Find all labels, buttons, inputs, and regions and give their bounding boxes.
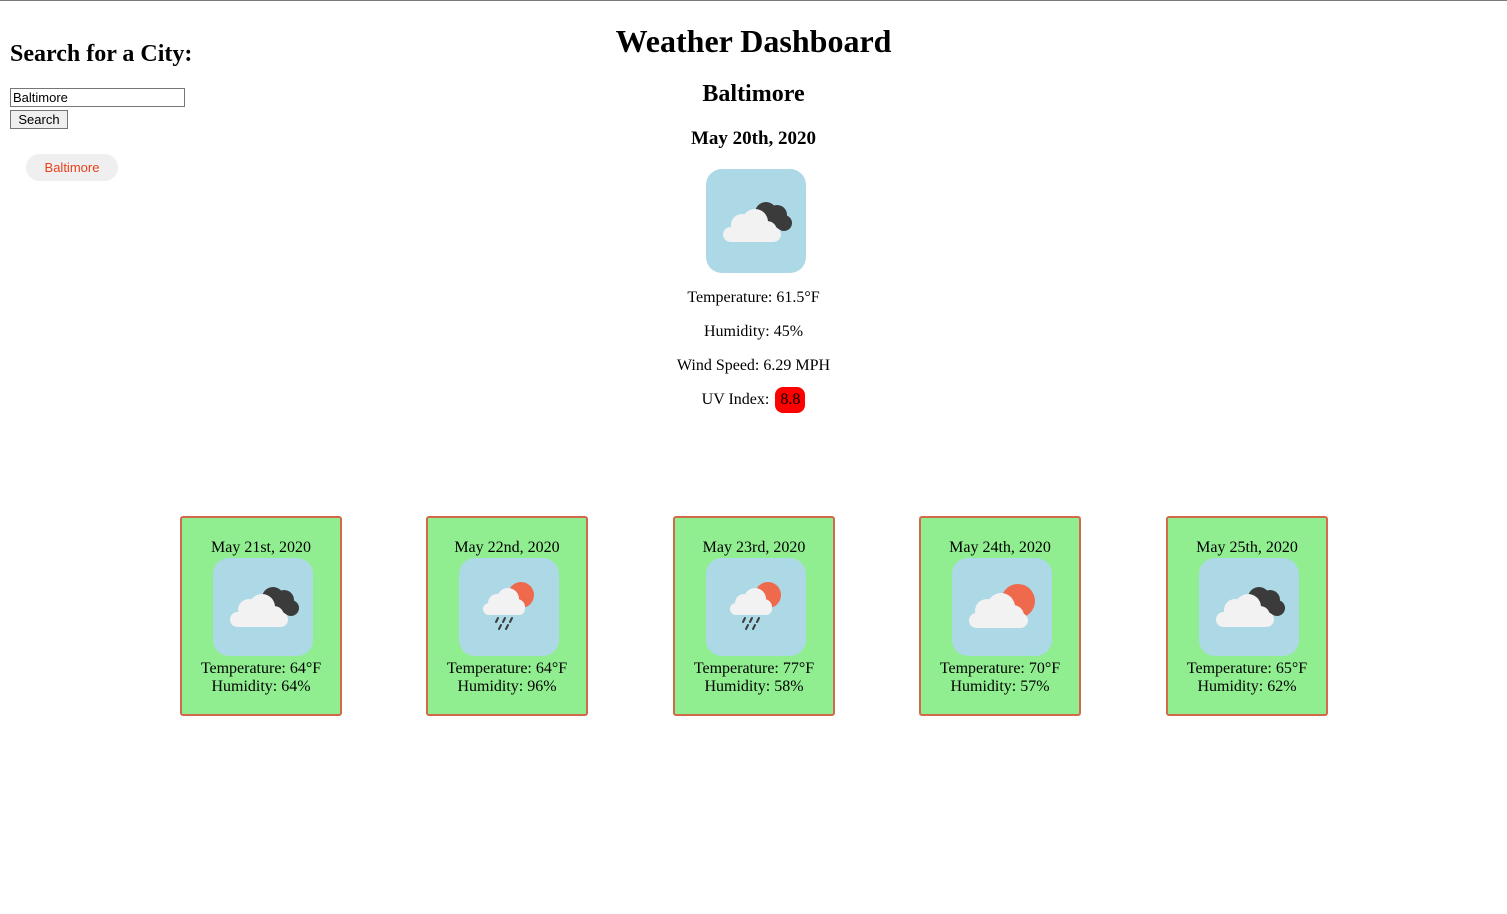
page-title: Weather Dashboard	[615, 23, 892, 59]
forecast-card-2: May 22nd, 2020 Temperature: 64°F Humidit…	[426, 516, 588, 716]
top-border	[0, 0, 1507, 1]
forecast-date: May 21st, 2020	[211, 539, 311, 556]
uv-badge: 8.8	[775, 387, 806, 413]
forecast-date: May 23rd, 2020	[702, 539, 806, 556]
forecast-humidity: Humidity: 62%	[1197, 678, 1297, 695]
partly-sunny-icon	[952, 558, 1052, 656]
forecast-temperature: Temperature: 77°F	[693, 660, 815, 677]
current-temperature: Temperature: 61.5°F	[687, 289, 820, 306]
current-uv-index: UV Index: 8.8	[0, 387, 1507, 413]
current-date: May 20th, 2020	[690, 128, 817, 149]
forecast-date: May 25th, 2020	[1196, 539, 1298, 556]
forecast-card-1: May 21st, 2020 Temperature: 64°F Humidit…	[180, 516, 342, 716]
cloudy-icon	[213, 558, 313, 656]
forecast-card-3: May 23rd, 2020 Temperature: 77°F Humidit…	[673, 516, 835, 716]
forecast-humidity: Humidity: 58%	[704, 678, 804, 695]
forecast-humidity: Humidity: 57%	[950, 678, 1050, 695]
forecast-date: May 24th, 2020	[949, 539, 1051, 556]
forecast-temperature: Temperature: 64°F	[446, 660, 568, 677]
forecast-temperature: Temperature: 70°F	[939, 660, 1061, 677]
rain-sun-icon	[459, 558, 559, 656]
forecast-temperature: Temperature: 64°F	[200, 660, 322, 677]
rain-sun-icon	[706, 558, 806, 656]
forecast-date: May 22nd, 2020	[454, 539, 560, 556]
cloudy-icon	[706, 169, 806, 273]
uv-label: UV Index:	[701, 391, 770, 408]
forecast-card-4: May 24th, 2020 Temperature: 70°F Humidit…	[919, 516, 1081, 716]
current-humidity: Humidity: 45%	[703, 323, 804, 340]
cloudy-icon	[1199, 558, 1299, 656]
current-city-name: Baltimore	[702, 81, 805, 107]
current-wind-speed: Wind Speed: 6.29 MPH	[676, 357, 831, 374]
forecast-humidity: Humidity: 64%	[211, 678, 311, 695]
search-button[interactable]: Search	[10, 110, 68, 129]
forecast-temperature: Temperature: 65°F	[1186, 660, 1308, 677]
history-item-baltimore[interactable]: Baltimore	[26, 154, 118, 181]
forecast-card-5: May 25th, 2020 Temperature: 65°F Humidit…	[1166, 516, 1328, 716]
forecast-humidity: Humidity: 96%	[457, 678, 557, 695]
